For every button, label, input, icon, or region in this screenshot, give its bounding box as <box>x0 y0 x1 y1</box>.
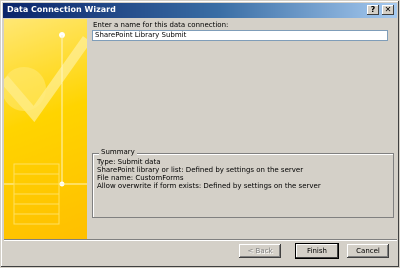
wizard-graphic-icon <box>4 32 87 225</box>
wizard-window: Data Connection Wizard ? ✕ Enter a name … <box>0 0 400 268</box>
summary-type: Type: Submit data <box>97 158 161 166</box>
close-button[interactable]: ✕ <box>382 5 394 15</box>
button-separator <box>4 239 397 241</box>
summary-legend: Summary <box>99 148 137 156</box>
summary-overwrite: Allow overwrite if form exists: Defined … <box>97 182 321 190</box>
cancel-button[interactable]: Cancel <box>347 244 389 258</box>
title-bar[interactable]: Data Connection Wizard ? ✕ <box>3 3 397 18</box>
summary-library: SharePoint library or list: Defined by s… <box>97 166 304 174</box>
summary-file-name: File name: CustomForms <box>97 174 184 182</box>
finish-button[interactable]: Finish <box>296 244 338 258</box>
wizard-side-graphic <box>4 19 87 239</box>
connection-name-label: Enter a name for this data connection: <box>93 21 229 29</box>
help-button[interactable]: ? <box>367 5 379 15</box>
window-title: Data Connection Wizard <box>7 5 116 14</box>
connection-name-input[interactable] <box>92 30 388 41</box>
back-button[interactable]: < Back <box>239 244 281 258</box>
